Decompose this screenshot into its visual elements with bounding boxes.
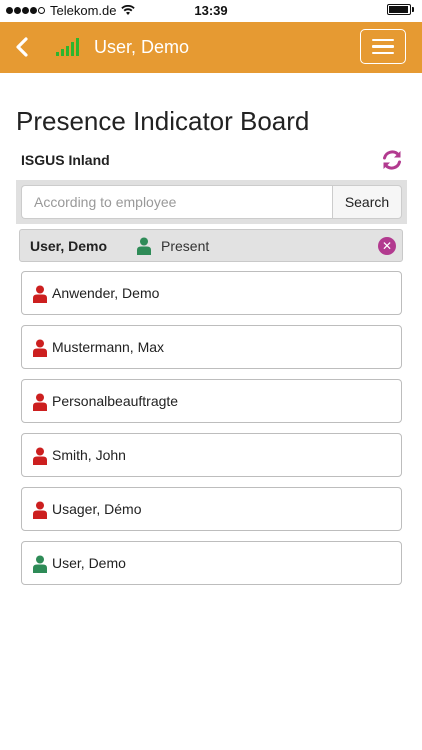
battery-icon <box>387 4 411 15</box>
person-absent-icon <box>33 285 47 303</box>
employee-name: Anwender, Demo <box>52 285 160 301</box>
employee-list: Anwender, Demo Mustermann, Max Personalbea… <box>21 271 402 595</box>
person-absent-icon <box>33 393 47 411</box>
battery-tip <box>412 7 414 12</box>
employee-list-item[interactable]: Smith, John <box>21 433 402 477</box>
person-absent-icon <box>33 339 47 357</box>
person-absent-icon <box>33 501 47 519</box>
hamburger-icon-line <box>372 45 394 48</box>
employee-list-item[interactable]: Personalbeauftragte <box>21 379 402 423</box>
battery-indicator <box>387 4 414 15</box>
signal-bars-icon <box>56 38 79 56</box>
employee-name: Mustermann, Max <box>52 339 165 355</box>
hamburger-icon-line <box>372 51 394 55</box>
employee-list-item[interactable]: User, Demo <box>21 541 402 585</box>
person-present-icon <box>137 237 151 255</box>
person-present-icon <box>33 555 47 573</box>
back-button[interactable] <box>10 33 34 61</box>
employee-name: Smith, John <box>52 447 126 463</box>
person-absent-icon <box>33 447 47 465</box>
search-input[interactable] <box>21 185 332 219</box>
chevron-left-icon <box>16 37 28 57</box>
current-user-status: User, Demo Present ✕ <box>19 229 403 262</box>
menu-button[interactable] <box>360 29 406 64</box>
search-bar: Search <box>16 180 407 224</box>
employee-name: Usager, Démo <box>52 501 142 517</box>
refresh-icon[interactable] <box>381 149 403 171</box>
battery-fill <box>389 6 408 13</box>
employee-name: Personalbeauftragte <box>52 393 179 409</box>
employee-name: User, Demo <box>52 555 126 571</box>
header-title: User, Demo <box>94 37 190 57</box>
page-title: Presence Indicator Board <box>16 106 310 136</box>
employee-list-item[interactable]: Mustermann, Max <box>21 325 402 369</box>
employee-list-item[interactable]: Usager, Démo <box>21 487 402 531</box>
search-button[interactable]: Search <box>332 185 402 219</box>
status-time: 13:39 <box>194 3 228 18</box>
current-user-status-label: Present <box>161 238 210 254</box>
hamburger-icon-line <box>372 38 394 42</box>
organization-name: ISGUS Inland <box>21 152 110 168</box>
employee-list-item[interactable]: Anwender, Demo <box>21 271 402 315</box>
close-circle-icon[interactable]: ✕ <box>378 237 396 255</box>
current-user-name: User, Demo <box>30 238 108 254</box>
app-header: User, Demo <box>0 22 422 73</box>
status-bar: Telekom.de 13:39 <box>0 0 422 22</box>
